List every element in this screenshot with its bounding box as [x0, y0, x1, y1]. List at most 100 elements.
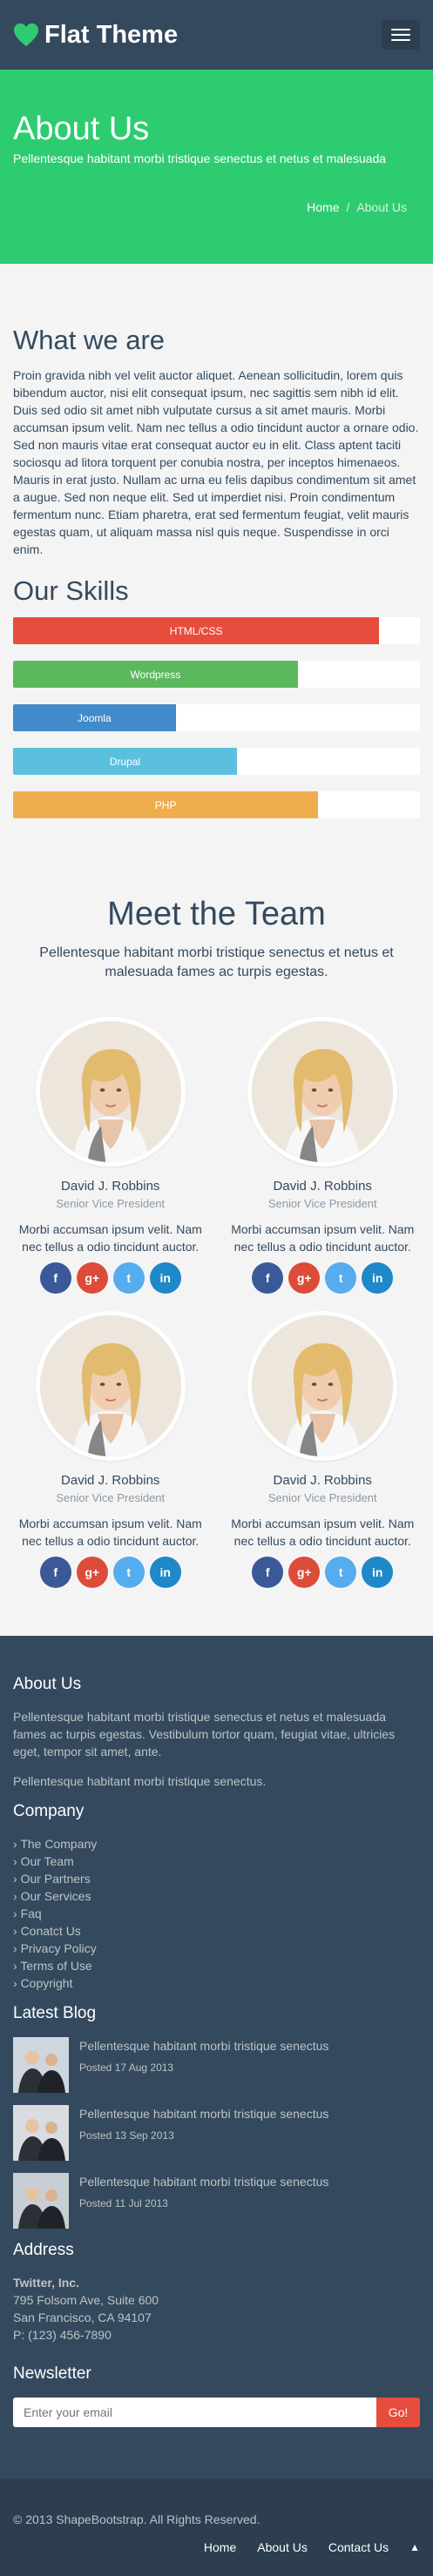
- address: Twitter, Inc. 795 Folsom Ave, Suite 600 …: [13, 2274, 420, 2344]
- blog-thumbnail-icon: [13, 2105, 69, 2161]
- company-link[interactable]: Privacy Policy: [13, 1940, 420, 1957]
- google-plus-icon[interactable]: g+: [288, 1557, 321, 1588]
- company-link[interactable]: Our Partners: [13, 1870, 420, 1887]
- about-heading: What we are: [13, 325, 166, 355]
- footer-nav: Home About Us Contact Us ▲: [13, 2540, 420, 2554]
- google-plus-icon[interactable]: g+: [76, 1262, 108, 1294]
- footer-link-home[interactable]: Home: [204, 2540, 236, 2554]
- team-grid: David J. Robbins Senior Vice President Mor…: [13, 1017, 420, 1588]
- navbar: Flat Theme: [0, 0, 433, 70]
- facebook-icon[interactable]: f: [252, 1557, 284, 1588]
- skill-bar-track: PHP: [13, 791, 420, 818]
- menu-icon-bar: [391, 29, 410, 30]
- blog-post[interactable]: Pellentesque habitant morbi tristique se…: [13, 2037, 420, 2093]
- breadcrumb-home-link[interactable]: Home: [307, 200, 339, 214]
- team-member-card: David J. Robbins Senior Vice President Mor…: [13, 1017, 208, 1294]
- blog-thumbnail-icon: [13, 2173, 69, 2229]
- blog-post-title[interactable]: Pellentesque habitant morbi tristique se…: [79, 2037, 328, 2055]
- person-portrait-icon: [39, 1021, 181, 1162]
- linkedin-icon[interactable]: in: [149, 1557, 181, 1588]
- member-description: Morbi accumsan ipsum velit. Nam nec tell…: [231, 1222, 415, 1254]
- member-name: David J. Robbins: [273, 1179, 372, 1194]
- newsletter-submit-button[interactable]: Go!: [376, 2398, 420, 2427]
- blog-thumbnail-icon: [13, 2037, 69, 2093]
- google-plus-icon[interactable]: g+: [76, 1557, 108, 1588]
- copyright: © 2013 ShapeBootstrap. All Rights Reserv…: [13, 2512, 260, 2526]
- avatar: [35, 1017, 186, 1167]
- linkedin-icon[interactable]: in: [362, 1262, 394, 1294]
- member-name: David J. Robbins: [273, 1473, 372, 1488]
- skill-bar: Joomla: [13, 704, 176, 731]
- social-links: f g+ t in: [226, 1557, 421, 1588]
- menu-toggle-button[interactable]: [382, 20, 420, 50]
- company-link[interactable]: Conatct Us: [13, 1922, 420, 1940]
- google-plus-icon[interactable]: g+: [288, 1262, 321, 1294]
- skill-bar-track: Joomla: [13, 704, 420, 731]
- brand-name: Flat Theme: [44, 20, 179, 49]
- address-line: 795 Folsom Ave, Suite 600: [13, 2293, 159, 2307]
- twitter-icon[interactable]: t: [112, 1557, 145, 1588]
- twitter-icon[interactable]: t: [112, 1262, 145, 1294]
- skill-bar-track: Wordpress: [13, 661, 420, 688]
- blog-post-date: Posted 17 Aug 2013: [79, 2061, 174, 2074]
- newsletter-form: Go!: [13, 2398, 420, 2427]
- facebook-icon[interactable]: f: [252, 1262, 284, 1294]
- skills-heading: Our Skills: [13, 575, 129, 606]
- facebook-icon[interactable]: f: [39, 1557, 71, 1588]
- social-links: f g+ t in: [226, 1262, 421, 1294]
- company-link[interactable]: The Company: [13, 1835, 420, 1853]
- brand-logo[interactable]: Flat Theme: [13, 21, 178, 50]
- team-section: Meet the Team Pellentesque habitant morb…: [0, 852, 433, 1597]
- company-link-list: The CompanyOur TeamOur PartnersOur Servi…: [13, 1835, 420, 1992]
- skill-bar: Wordpress: [13, 661, 298, 688]
- bottom-about-heading: About Us: [13, 1675, 82, 1693]
- blog-thumbnail[interactable]: [13, 2173, 69, 2229]
- blog-thumbnail[interactable]: [13, 2105, 69, 2161]
- footer: © 2013 ShapeBootstrap. All Rights Reserv…: [0, 2479, 433, 2576]
- title-banner: About Us Pellentesque habitant morbi tri…: [0, 70, 433, 264]
- skill-bar-list: HTML/CSS Wordpress Joomla Drupal PHP: [13, 617, 420, 818]
- company-link[interactable]: Terms of Use: [13, 1957, 420, 1974]
- company-link[interactable]: Faq: [13, 1905, 420, 1922]
- team-member-card: David J. Robbins Senior Vice President Mor…: [226, 1311, 421, 1588]
- linkedin-icon[interactable]: in: [149, 1262, 181, 1294]
- person-portrait-icon: [39, 1315, 181, 1456]
- newsletter-block: Newsletter Go!: [13, 2364, 420, 2427]
- blog-post-title[interactable]: Pellentesque habitant morbi tristique se…: [79, 2105, 328, 2122]
- linkedin-icon[interactable]: in: [362, 1557, 394, 1588]
- member-description: Morbi accumsan ipsum velit. Nam nec tell…: [18, 1222, 202, 1254]
- address-line: San Francisco, CA 94107: [13, 2310, 152, 2324]
- footer-link-contact[interactable]: Contact Us: [328, 2540, 389, 2554]
- blog-post-text: Pellentesque habitant morbi tristique se…: [79, 2037, 328, 2074]
- blog-post[interactable]: Pellentesque habitant morbi tristique se…: [13, 2173, 420, 2229]
- about-body: Proin gravida nibh vel velit auctor aliq…: [13, 368, 419, 556]
- person-portrait-icon: [252, 1021, 394, 1162]
- company-links: Company The CompanyOur TeamOur PartnersO…: [13, 1802, 420, 1992]
- company-link[interactable]: Our Services: [13, 1887, 420, 1905]
- skill-bar: PHP: [13, 791, 319, 818]
- breadcrumb: Home / About Us: [307, 200, 407, 214]
- avatar: [247, 1017, 398, 1167]
- twitter-icon[interactable]: t: [325, 1262, 357, 1294]
- social-links: f g+ t in: [13, 1557, 208, 1588]
- page-subtitle: Pellentesque habitant morbi tristique se…: [13, 151, 387, 165]
- skill-bar: Drupal: [13, 748, 237, 775]
- blog-thumbnail[interactable]: [13, 2037, 69, 2093]
- address-phone: P: (123) 456-7890: [13, 2328, 112, 2342]
- facebook-icon[interactable]: f: [39, 1262, 71, 1294]
- footer-link-about[interactable]: About Us: [257, 2540, 308, 2554]
- bottom-about-text: Pellentesque habitant morbi tristique se…: [13, 1710, 396, 1759]
- latest-blog: Latest Blog Pellentesque habitant morbi …: [13, 2004, 420, 2229]
- newsletter-email-input[interactable]: [13, 2398, 376, 2427]
- company-link[interactable]: Our Team: [13, 1853, 420, 1870]
- company-link[interactable]: Copyright: [13, 1974, 420, 1992]
- bottom-about: About Us Pellentesque habitant morbi tri…: [13, 1675, 420, 1790]
- scroll-top-icon[interactable]: ▲: [409, 2541, 420, 2553]
- blog-post[interactable]: Pellentesque habitant morbi tristique se…: [13, 2105, 420, 2161]
- page-title: About Us: [13, 111, 150, 147]
- social-links: f g+ t in: [13, 1262, 208, 1294]
- blog-post-title[interactable]: Pellentesque habitant morbi tristique se…: [79, 2173, 328, 2190]
- skills-section: Our Skills HTML/CSS Wordpress Joomla Drupal…: [13, 575, 420, 818]
- member-role: Senior Vice President: [267, 1197, 377, 1210]
- twitter-icon[interactable]: t: [325, 1557, 357, 1588]
